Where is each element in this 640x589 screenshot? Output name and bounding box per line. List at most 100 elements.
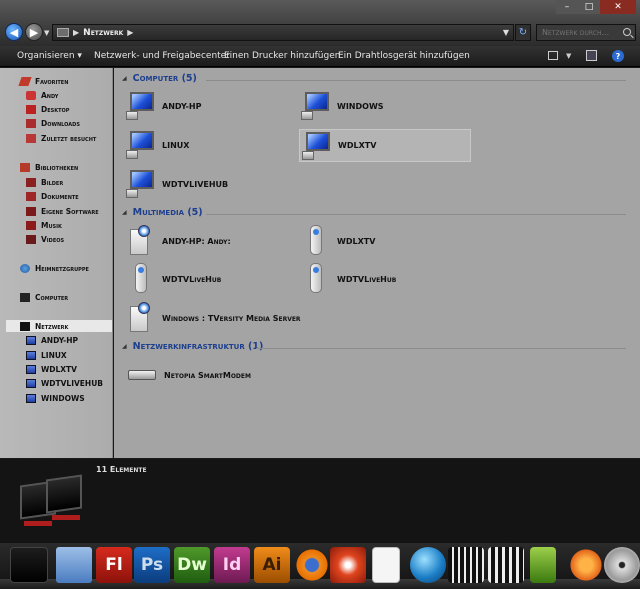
sidebar-label: Bilder <box>41 177 64 187</box>
preview-pane-icon[interactable] <box>586 50 597 61</box>
folder-icon[interactable] <box>56 547 92 583</box>
sidebar-homegroup[interactable]: Heimnetzgruppe <box>20 262 89 274</box>
sidebar-label: WINDOWS <box>41 393 85 403</box>
dreamweaver-app-icon[interactable]: Dw <box>174 547 210 583</box>
maximize-button[interactable]: □ <box>578 0 600 14</box>
sidebar-item-software[interactable]: Eigene Software <box>26 205 99 217</box>
group-header-computer[interactable]: ◢ Computer (5) <box>122 73 197 84</box>
refresh-button[interactable]: ↻ <box>515 24 531 41</box>
document-icon[interactable] <box>372 547 400 583</box>
history-dropdown[interactable]: ▼ <box>44 29 49 37</box>
network-item-wdlxtv[interactable]: WDLXTV <box>299 129 471 162</box>
sidebar-item-windows[interactable]: WINDOWS <box>26 392 85 404</box>
minimize-button[interactable]: – <box>556 0 578 14</box>
breadcrumb-separator-icon[interactable]: ▶ <box>127 28 133 37</box>
sidebar-item-andy-hp[interactable]: ANDY-HP <box>26 334 78 346</box>
sidebar-label: LINUX <box>41 350 67 360</box>
sidebar-item-linux[interactable]: LINUX <box>26 349 67 361</box>
application-dock: Fl Ps Dw Id Ai <box>0 543 640 589</box>
search-icon[interactable] <box>623 28 631 36</box>
media-item-wdtvlivehub-2[interactable]: WDTVLiveHub <box>303 263 396 295</box>
infra-item-netopia[interactable]: Netopia SmartModem <box>128 368 251 382</box>
flash-app-icon[interactable]: Fl <box>96 547 132 583</box>
sidebar-computer[interactable]: Computer <box>20 291 68 303</box>
refresh-icon: ↻ <box>518 27 528 38</box>
media-item-wdlxtv[interactable]: WDLXTV <box>303 225 375 257</box>
computer-icon <box>26 393 36 403</box>
add-printer-button[interactable]: Einen Drucker hinzufügen <box>224 51 340 61</box>
item-label: WDTVLiveHub <box>337 274 397 284</box>
collapse-icon[interactable]: ◢ <box>122 75 127 82</box>
swirl-app-icon[interactable] <box>330 547 366 583</box>
close-button[interactable]: ✕ <box>600 0 636 14</box>
network-monitors-icon <box>18 473 88 531</box>
add-wireless-device-button[interactable]: Ein Drahtlosgerät hinzufügen <box>338 51 470 61</box>
sidebar-item-andy[interactable]: Andy <box>26 89 58 101</box>
item-label: Netopia SmartModem <box>164 370 251 380</box>
sidebar-item-videos[interactable]: Videos <box>26 233 64 245</box>
item-label: WDTVLiveHub <box>162 274 222 284</box>
sidebar-label: WDLXTV <box>41 364 77 374</box>
forward-button[interactable]: ▶ <box>25 23 43 41</box>
network-item-linux[interactable]: LINUX <box>126 131 189 159</box>
media-item-windows-tversity[interactable]: Windows : TVersity Media Server <box>128 302 301 334</box>
film-strip-icon[interactable] <box>488 547 524 583</box>
app-label: Fl <box>105 555 123 575</box>
desktop-icon <box>26 104 36 114</box>
media-item-andy-hp[interactable]: ANDY-HP: Andy: <box>128 225 231 257</box>
group-header-infrastructure[interactable]: ◢ Netzwerkinfrastruktur (1) <box>122 341 263 352</box>
group-header-multimedia[interactable]: ◢ Multimedia (5) <box>122 207 203 218</box>
library-icon <box>20 162 30 172</box>
disc-icon[interactable] <box>604 547 640 583</box>
sidebar-item-downloads[interactable]: Downloads <box>26 117 80 129</box>
pictures-icon <box>26 177 36 187</box>
breadcrumb-network[interactable]: Netzwerk <box>83 28 123 38</box>
sidebar-item-documents[interactable]: Dokumente <box>26 190 79 202</box>
sidebar-item-music[interactable]: Musik <box>26 219 62 231</box>
search-input[interactable] <box>542 28 620 37</box>
sidebar-item-pictures[interactable]: Bilder <box>26 176 63 188</box>
downloads-icon <box>26 118 36 128</box>
sidebar-favorites[interactable]: Favoriten <box>18 75 68 87</box>
breadcrumb-separator-icon[interactable]: ▶ <box>73 28 79 37</box>
network-sharing-center-button[interactable]: Netzwerk- und Freigabecenter <box>94 51 230 61</box>
back-button[interactable]: ◀ <box>5 23 23 41</box>
sidebar-libraries[interactable]: Bibliotheken <box>20 161 78 173</box>
organize-menu[interactable]: Organisieren ▾ <box>17 51 82 61</box>
group-divider <box>256 348 626 349</box>
video-editor-icon[interactable] <box>448 547 484 583</box>
sidebar-item-recent[interactable]: Zuletzt besucht <box>26 132 96 144</box>
network-item-wdtvlivehub[interactable]: WDTVLIVEHUB <box>126 170 228 198</box>
group-title: Netzwerkinfrastruktur (1) <box>132 341 264 352</box>
pen-tool-icon[interactable] <box>530 547 556 583</box>
sidebar-item-desktop[interactable]: Desktop <box>26 103 69 115</box>
collapse-icon[interactable]: ◢ <box>122 343 127 350</box>
globe-app-icon[interactable] <box>410 547 446 583</box>
sidebar-label: Eigene Software <box>41 206 99 216</box>
indesign-app-icon[interactable]: Id <box>214 547 250 583</box>
sidebar-label: Downloads <box>41 118 80 128</box>
address-dropdown-icon[interactable]: ▼ <box>503 28 509 37</box>
network-monitors-icon[interactable] <box>10 547 48 583</box>
media-item-wdtvlivehub-1[interactable]: WDTVLiveHub <box>128 263 221 295</box>
views-icon[interactable] <box>548 51 558 60</box>
network-item-windows[interactable]: WINDOWS <box>301 92 384 120</box>
item-label: ANDY-HP: Andy: <box>162 236 231 246</box>
blender-app-icon[interactable] <box>294 547 330 583</box>
views-dropdown-icon[interactable]: ▼ <box>566 52 571 60</box>
search-box[interactable] <box>536 24 636 41</box>
network-item-andy-hp[interactable]: ANDY-HP <box>126 92 201 120</box>
help-icon[interactable]: ? <box>612 50 624 62</box>
star-burst-app-icon[interactable] <box>568 547 604 583</box>
details-pane: 11 Elemente <box>0 459 640 543</box>
command-bar: Organisieren ▾ Netzwerk- und Freigabecen… <box>0 46 640 67</box>
collapse-icon[interactable]: ◢ <box>122 209 127 216</box>
recent-places-icon <box>26 133 36 143</box>
address-bar[interactable]: ▶ Netzwerk ▶ ▼ <box>52 24 514 41</box>
sidebar-network[interactable]: Netzwerk <box>6 320 112 332</box>
photoshop-app-icon[interactable]: Ps <box>134 547 170 583</box>
illustrator-app-icon[interactable]: Ai <box>254 547 290 583</box>
sidebar-item-wdlxtv[interactable]: WDLXTV <box>26 363 77 375</box>
item-label: WDLXTV <box>337 236 376 246</box>
sidebar-item-wdtvlivehub[interactable]: WDTVLIVEHUB <box>26 377 103 389</box>
